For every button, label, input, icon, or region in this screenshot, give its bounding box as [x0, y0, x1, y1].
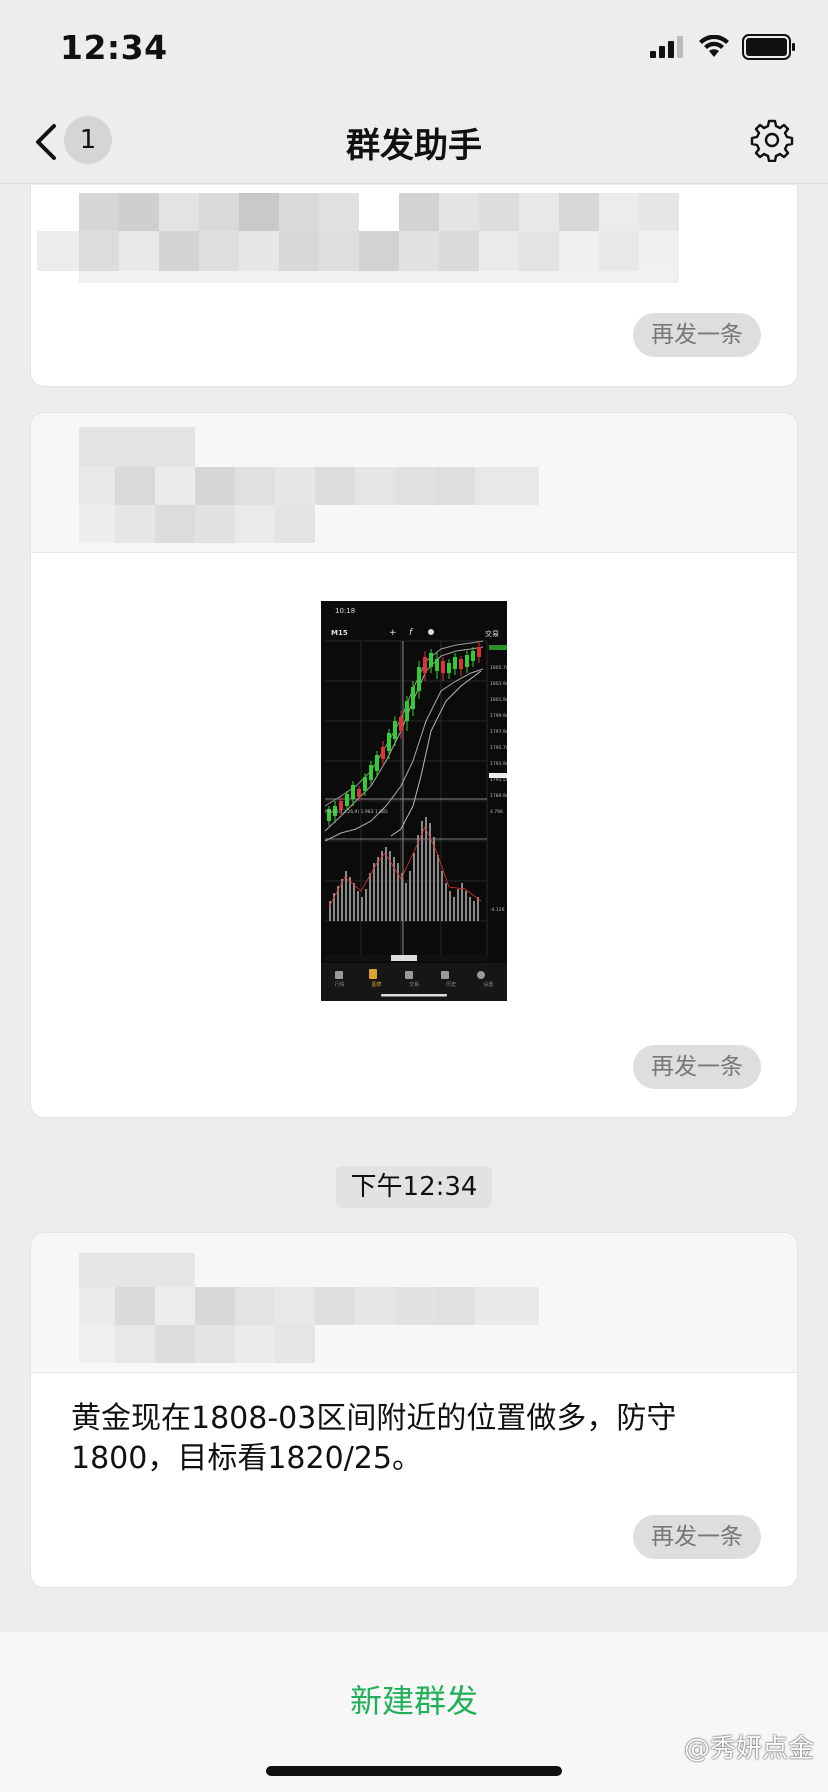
resend-button[interactable]: 再发一条	[633, 313, 761, 357]
recipients-header	[31, 413, 797, 553]
thumb-tab-bar: 行情 图表 交易 历史 设置	[321, 981, 507, 988]
broadcast-card: 10:18 M15 交易 + f 1805.70 1803.90 1801.90…	[30, 412, 798, 1118]
wifi-icon	[699, 35, 729, 57]
thumb-tab-label: 交易	[408, 982, 419, 988]
thumb-tab-label: 图表	[371, 982, 382, 988]
message-timestamp: 下午12:34	[336, 1166, 492, 1208]
home-indicator[interactable]	[266, 1766, 562, 1776]
svg-text:-4.126: -4.126	[490, 907, 505, 913]
broadcast-card: 黄金现在1808-03区间附近的位置做多，防守1800，目标看1820/25。 …	[30, 1232, 798, 1588]
resend-button[interactable]: 再发一条	[633, 1515, 761, 1559]
recipients-header	[31, 1233, 797, 1373]
nav-bar: 群发助手	[0, 100, 828, 184]
new-broadcast-button[interactable]: 新建群发	[0, 1676, 828, 1722]
thumb-tab-label: 行情	[334, 982, 345, 988]
thumb-tab-label: 设置	[483, 982, 494, 988]
back-count-badge[interactable]: 1	[64, 116, 112, 164]
svg-text:1793.90: 1793.90	[490, 761, 507, 767]
status-icons	[650, 34, 796, 60]
settings-gear-icon[interactable]	[750, 118, 794, 162]
svg-text:MACD(12,26,9) 1.983 1.085: MACD(12,26,9) 1.983 1.085	[325, 809, 388, 815]
candlestick-chart-image: + f 1805.701803.90 1801.901799.90 1797.9…	[321, 628, 507, 1001]
broadcast-message-text: 黄金现在1808-03区间附近的位置做多，防守1800，目标看1820/25。	[71, 1401, 677, 1476]
svg-text:f: f	[409, 628, 414, 638]
watermark: @秀妍点金	[683, 1734, 814, 1764]
page-title: 群发助手	[346, 126, 482, 166]
svg-text:1803.90: 1803.90	[490, 681, 507, 687]
svg-text:1795.70: 1795.70	[490, 745, 507, 751]
svg-text:1789.90: 1789.90	[490, 793, 507, 799]
svg-text:1797.90: 1797.90	[490, 729, 507, 735]
status-bar: 12:34	[0, 0, 828, 100]
recipients-blurred	[31, 185, 797, 295]
thumb-tab-label: 历史	[446, 982, 457, 988]
svg-text:4.796: 4.796	[490, 809, 503, 815]
svg-text:1805.70: 1805.70	[490, 665, 507, 671]
signal-icon	[650, 36, 683, 58]
chart-screenshot-thumbnail[interactable]: 10:18 M15 交易 + f 1805.70 1803.90 1801.90…	[321, 601, 507, 1001]
status-time: 12:34	[60, 28, 168, 67]
svg-text:+: +	[389, 628, 397, 638]
svg-text:1799.90: 1799.90	[490, 713, 507, 719]
svg-text:1801.90: 1801.90	[490, 697, 507, 703]
battery-icon	[742, 34, 795, 60]
resend-button[interactable]: 再发一条	[633, 1045, 761, 1089]
broadcast-card: 再发一条	[30, 185, 798, 387]
